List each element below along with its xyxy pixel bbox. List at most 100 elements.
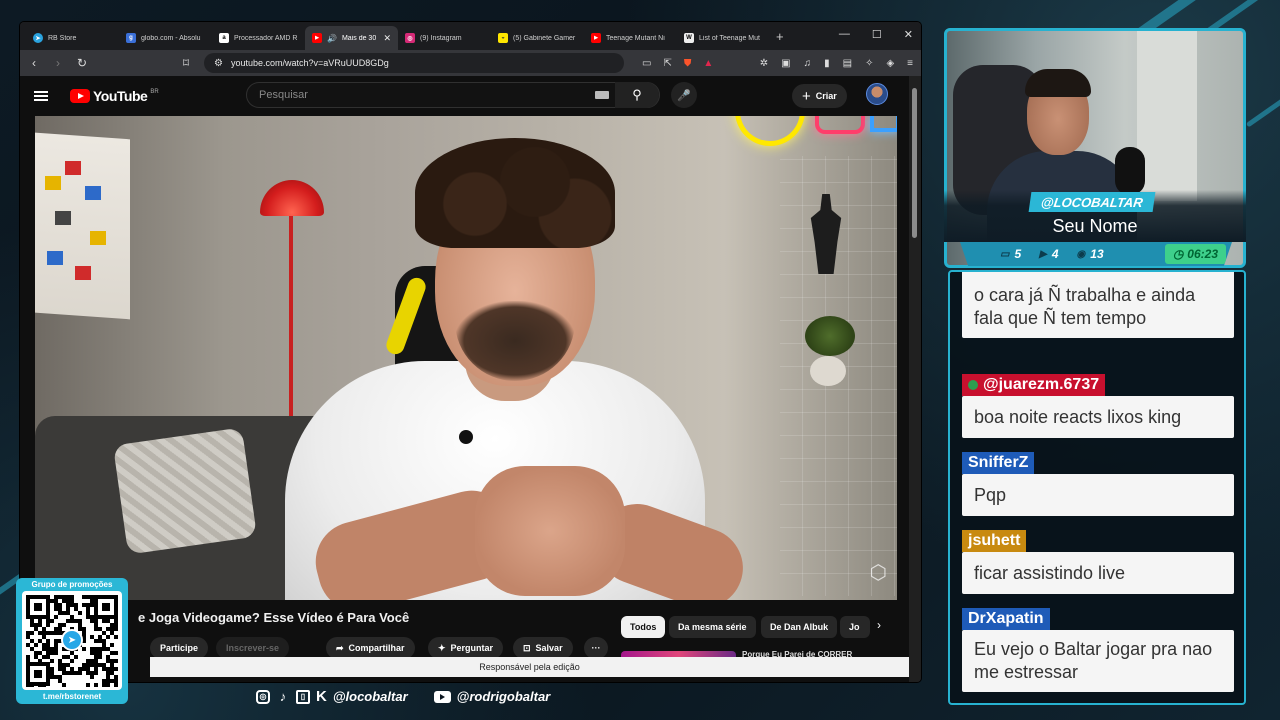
chat-icon: ▭ [1000, 248, 1010, 260]
chevron-right-icon[interactable]: › [877, 618, 881, 632]
tab-globo[interactable]: g globo.com - Absolu [119, 26, 212, 50]
brave-shield-icon[interactable]: ⛊ [684, 58, 692, 69]
music-icon[interactable]: ♫ [804, 58, 812, 69]
username-text: SnifferZ [968, 454, 1029, 471]
youtube-logo[interactable]: YouTube BR [70, 88, 159, 104]
create-button[interactable]: + Criar [792, 84, 847, 108]
qr-module [114, 683, 118, 687]
webcam-scene [1025, 69, 1091, 97]
share-button[interactable]: ➦ Compartilhar [326, 637, 415, 659]
search-input[interactable]: Pesquisar ⚲ [246, 82, 660, 108]
video-scene [75, 266, 91, 280]
voice-search-button[interactable]: 🎤 [671, 82, 697, 108]
forward-icon[interactable]: › [52, 56, 64, 70]
plus-icon: + [802, 87, 811, 105]
video-icon: ▶ [1039, 248, 1047, 260]
close-icon[interactable]: ✕ [383, 33, 391, 44]
chip-label: Todos [630, 622, 657, 632]
window-close-icon[interactable]: ✕ [904, 28, 913, 41]
ask-button[interactable]: ✦ Perguntar [428, 637, 504, 659]
youtube-page: YouTube BR Pesquisar ⚲ 🎤 + Criar ⬡ e Jog… [20, 76, 909, 682]
chat-count: ▭ 5 [1000, 247, 1021, 261]
video-player[interactable]: ⬡ [35, 116, 897, 600]
scrollbar[interactable] [909, 76, 921, 682]
video-scene [45, 176, 61, 190]
webcam-scene [1115, 147, 1145, 195]
new-tab-button[interactable]: + [776, 29, 784, 44]
video-scene [112, 427, 258, 555]
hamburger-menu-icon[interactable] [34, 91, 48, 101]
subscribe-button[interactable]: Inscrever-se [216, 637, 290, 659]
chat-username: DrXapatin [962, 608, 1050, 630]
scrollbar-thumb[interactable] [912, 88, 917, 238]
more-actions-button[interactable]: ··· [584, 637, 608, 659]
chat-message: o cara já Ñ trabalha e ainda fala que Ñ … [962, 272, 1234, 338]
save-button[interactable]: ⊡ Salvar [513, 637, 573, 659]
wallet-icon[interactable]: ▤ [843, 58, 852, 69]
site-info-icon[interactable]: ⚙ [214, 58, 223, 69]
tab-amazon[interactable]: a Processador AMD R [212, 26, 305, 50]
comments-icon: ◉ [1076, 248, 1086, 260]
brave-rewards-icon[interactable]: ▲ [703, 58, 713, 69]
window-controls: — ☐ ✕ [839, 28, 913, 41]
tab-youtube-active[interactable]: ▶ 🔊 Mais de 30 ✕ [305, 26, 398, 50]
logo-text: YouTube [93, 88, 148, 104]
extensions-icon[interactable]: ✲ [760, 58, 768, 69]
video-scene [55, 211, 71, 225]
streamer-name: Seu Nome [1052, 216, 1138, 236]
chip-more[interactable]: Jo [840, 616, 870, 638]
chat-message-text: boa noite reacts lixos king [974, 406, 1182, 427]
streamer-handle: @LOCOBALTAR [1028, 192, 1156, 212]
tab-instagram[interactable]: ◎ (9) Instagram [398, 26, 491, 50]
tooltip-text: Responsável pela edição [479, 662, 580, 672]
tab-label: Processador AMD R [234, 34, 298, 42]
search-icon: ⚲ [632, 87, 642, 102]
tab-mercadolivre[interactable]: ◒ (5) Gabinete Gamer [491, 26, 584, 50]
chat-message: Eu vejo o Baltar jogar pra nao me estres… [962, 630, 1234, 692]
tab-wikipedia[interactable]: W List of Teenage Mut [677, 26, 770, 50]
reload-icon[interactable]: ↻ [76, 56, 88, 70]
chip-channel[interactable]: De Dan Albuk [761, 616, 838, 638]
sidebar-icon[interactable]: ▮ [824, 58, 830, 69]
chip-label: De Dan Albuk [770, 622, 829, 632]
cast-icon[interactable]: ▭ [642, 58, 651, 69]
search-button[interactable]: ⚲ [615, 82, 659, 108]
minimize-icon[interactable]: — [839, 28, 850, 41]
back-icon[interactable]: ‹ [28, 56, 40, 70]
browser-window: ➤ RB Store g globo.com - Absolu a Proces… [20, 22, 921, 682]
chat-username: jsuhett [962, 530, 1027, 552]
video-count: ▶ 4 [1039, 247, 1058, 261]
tiktok-icon: ♪ [279, 689, 287, 704]
tab-label: Teenage Mutant Ni [606, 34, 665, 42]
video-scene [870, 116, 897, 132]
wikipedia-icon: W [684, 33, 694, 43]
channel-watermark-icon[interactable]: ⬡ [870, 560, 887, 585]
share-icon[interactable]: ⇱ [663, 58, 671, 69]
video-scene [260, 180, 324, 216]
qr-code: ➤ [22, 591, 122, 690]
chip-same-series[interactable]: Da mesma série [669, 616, 756, 638]
menu-icon[interactable]: ≡ [907, 58, 913, 69]
avatar[interactable] [866, 83, 888, 105]
tab-youtube-tmnt[interactable]: ▶ Teenage Mutant Ni [584, 26, 677, 50]
webcam-scene [1137, 31, 1197, 201]
leo-ai-icon[interactable]: ✧ [865, 58, 873, 69]
search-placeholder: Pesquisar [259, 89, 308, 101]
join-button[interactable]: Participe [150, 637, 209, 659]
url-field[interactable]: ⚙ youtube.com/watch?v=aVRuUUD8GDg [204, 53, 624, 73]
tab-rb-store[interactable]: ➤ RB Store [26, 26, 119, 50]
bookmark-icon[interactable]: ⌑ [180, 56, 192, 70]
vpn-icon[interactable]: ◈ [886, 58, 894, 69]
maximize-icon[interactable]: ☐ [872, 28, 882, 41]
speaker-icon[interactable]: 🔊 [327, 34, 337, 43]
youtube-icon [433, 690, 451, 703]
save-icon: ⊡ [523, 642, 531, 653]
more-icon: ··· [591, 643, 601, 653]
screenshot-icon[interactable]: ▣ [781, 58, 790, 69]
video-info: e Joga Videogame? Esse Vídeo é Para Você… [20, 600, 909, 682]
telegram-icon: ➤ [61, 629, 83, 651]
chat-message: ficar assistindo live [962, 552, 1234, 594]
url-text: youtube.com/watch?v=aVRuUUD8GDg [230, 58, 389, 68]
keyboard-icon[interactable] [595, 91, 609, 99]
chip-all[interactable]: Todos [621, 616, 666, 638]
